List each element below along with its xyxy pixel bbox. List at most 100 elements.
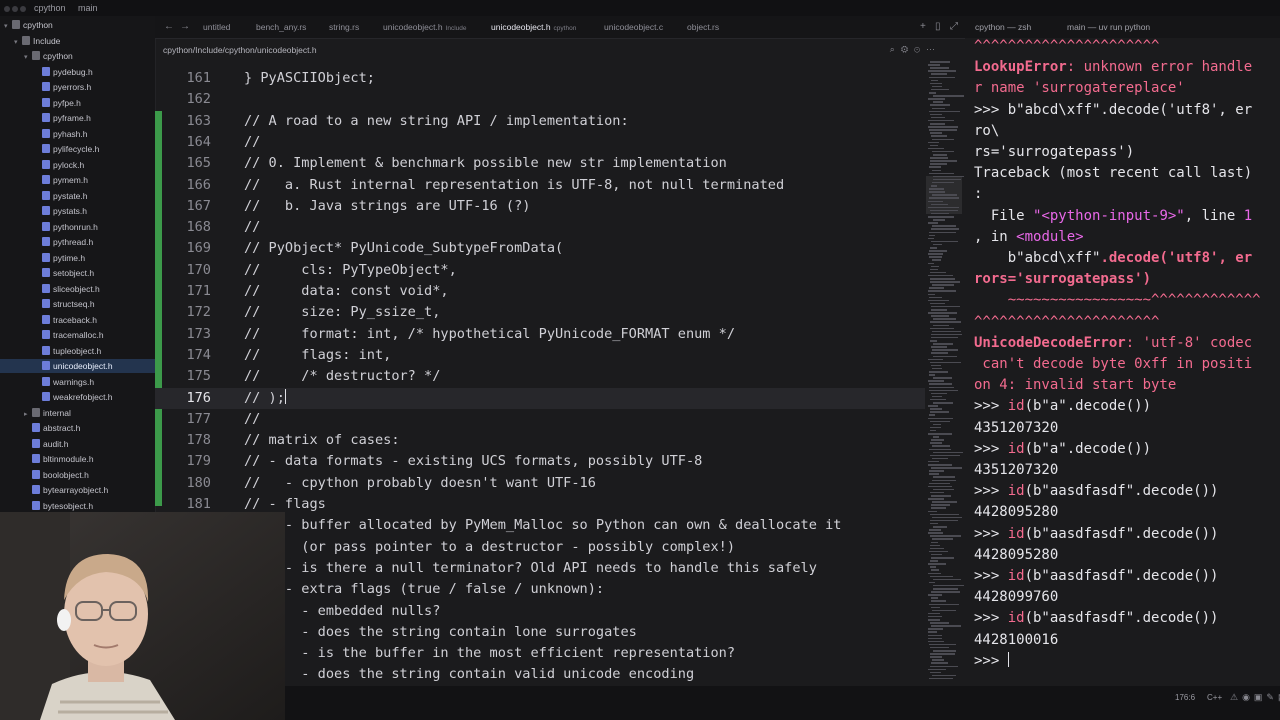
code-line[interactable]: 164 // xyxy=(155,132,925,153)
code-line[interactable]: 162 xyxy=(155,89,925,110)
minimap-line xyxy=(931,557,954,559)
code-line[interactable]: 169 // PyObject* PyUnicode_SubtypeFromDat… xyxy=(155,238,925,259)
code-line[interactable]: 180 // - cpython probably doesn't want UT… xyxy=(155,473,925,494)
minimap-line xyxy=(928,200,943,202)
terminal-tab-zsh[interactable]: cpython — zsh xyxy=(975,22,1031,32)
sidebar-item-pyerrors-h[interactable]: pyerrors.h xyxy=(34,80,91,94)
editor-actions[interactable]: ⌕⚙⊙⋯ xyxy=(890,44,941,55)
back-arrow-icon[interactable]: ← xyxy=(164,16,174,38)
sidebar-item-cpython[interactable]: ▾ cpython xyxy=(24,49,73,63)
sidebar-item-pythread-h[interactable]: pythread.h xyxy=(34,235,93,249)
minimap-line xyxy=(932,538,953,540)
sidebar-item-bltinmodule-h[interactable]: bltinmodule.h xyxy=(24,452,94,466)
code-line[interactable]: 166 // a. Rust internal representation is… xyxy=(155,175,925,196)
sidebar-item-sliceobject-h[interactable]: sliceobject.h xyxy=(34,282,100,296)
minimap-line xyxy=(931,333,962,336)
code-line[interactable]: 177 // xyxy=(155,409,925,430)
sidebar-item-pyframe-h[interactable]: pyframe.h xyxy=(34,111,91,125)
sidebar-item-pystate-h[interactable]: pystate.h xyxy=(34,189,88,203)
minimap-line xyxy=(931,392,947,395)
tab-object-rs[interactable]: object.rs xyxy=(687,16,719,38)
code-line[interactable]: 168 // xyxy=(155,217,925,238)
tab-string-rs[interactable]: string.rs xyxy=(329,16,359,38)
minimap-line xyxy=(928,405,938,407)
code-line[interactable]: 171 // data: const void*, xyxy=(155,281,925,302)
tab-bench-any-rs[interactable]: bench_any.rs xyxy=(256,16,306,38)
tab-untitled[interactable]: untitled xyxy=(203,16,230,38)
terminal-text: (b"aasdfasdf".decode()) xyxy=(1024,525,1219,542)
sidebar-item-include[interactable]: ▾ Include xyxy=(14,34,60,48)
sidebar-item-tracemalloc-h[interactable]: tracemalloc.h xyxy=(34,328,104,342)
sidebar-item-unicodeobject-h[interactable]: unicodeobject.h xyxy=(0,359,155,373)
minimap[interactable] xyxy=(926,61,964,686)
code-line[interactable]: 172 // size: Py_ssize_t, xyxy=(155,302,925,323)
sidebar-item-pyhash-h[interactable]: pyhash.h xyxy=(34,127,88,141)
code-text: // size: Py_ssize_t, xyxy=(244,304,441,321)
sidebar-item-weakrefobject-h[interactable]: weakrefobject.h xyxy=(34,390,113,404)
sidebar-item-pylock-h[interactable]: pylock.h xyxy=(34,158,84,172)
sidebar-item-structseq-h[interactable]: structseq.h xyxy=(34,297,95,311)
new-tab-icon[interactable]: + xyxy=(920,16,926,38)
breadcrumb-path[interactable]: cpython/Include/cpython/unicodeobject.h xyxy=(163,45,317,55)
language-mode[interactable]: C++ xyxy=(1207,693,1222,702)
sidebar-item-internal[interactable]: ▸ internal xyxy=(24,406,71,420)
minimap-line xyxy=(932,674,956,677)
terminal-text: >>> xyxy=(974,610,1008,627)
code-line[interactable]: 173 // format: int, /* hypothetical PyUni… xyxy=(155,324,925,345)
header-file-icon xyxy=(42,376,50,386)
split-icon[interactable]: ▯ xyxy=(935,16,941,38)
sidebar-item-bytesobject-h[interactable]: bytesobject.h xyxy=(24,499,93,513)
tab-unicodeobject-c[interactable]: unicodeobject.c xyxy=(604,16,663,38)
code-line[interactable]: 176 // ); xyxy=(155,387,925,409)
code-line[interactable]: 179 // - data formats - existing UCS form… xyxy=(155,451,925,472)
terminal-tab-python[interactable]: main — uv run python xyxy=(1067,22,1150,32)
code-line[interactable]: 165 // 0. Implement & benchmark possible … xyxy=(155,153,925,174)
minimap-line xyxy=(930,646,949,649)
code-line[interactable]: 161} PyASCIIObject; xyxy=(155,68,925,89)
minimap-line xyxy=(931,309,947,311)
terminal-output[interactable]: ^^^^^^^^^^^^^^^^^^^^^^ LookupError: unkno… xyxy=(965,38,1280,686)
code-text: // /* destructor? */ xyxy=(244,368,441,385)
code-line[interactable]: 175 // /* destructor? */ xyxy=(155,366,925,387)
sidebar-item-setobject-h[interactable]: setobject.h xyxy=(34,266,94,280)
window-controls[interactable] xyxy=(4,4,30,12)
sidebar-item-pyfpe-h[interactable]: pyfpe.h xyxy=(34,96,81,110)
maximize-icon[interactable]: ⤢ xyxy=(950,16,958,38)
sidebar-item-label: pymem.h xyxy=(53,175,88,185)
minimap-line xyxy=(933,650,956,652)
code-line[interactable]: 174 // flags: int, xyxy=(155,345,925,366)
sidebar-item-tupleobject-h[interactable]: tupleobject.h xyxy=(34,344,101,358)
sidebar-item-audit-h[interactable]: audit.h xyxy=(24,437,69,451)
sidebar-item-bytearrayobject-h[interactable]: bytearrayobject.h xyxy=(24,483,108,497)
minimap-line xyxy=(928,464,952,466)
forward-arrow-icon[interactable]: → xyxy=(180,16,190,38)
project-name[interactable]: cpython xyxy=(34,3,66,13)
sidebar-item-pytime-h[interactable]: pytime.h xyxy=(34,251,85,265)
header-file-icon xyxy=(32,454,40,463)
sidebar-item-traceback-h[interactable]: traceback.h xyxy=(34,313,97,327)
presenter-video xyxy=(0,512,285,720)
minimap-line xyxy=(930,547,944,550)
cursor-position[interactable]: 176:6 xyxy=(1175,693,1195,702)
sidebar-item-pystats-h[interactable]: pystats.h xyxy=(34,204,87,218)
branch-name[interactable]: main xyxy=(78,3,98,13)
sidebar-item-abstract-h[interactable]: abstract.h xyxy=(24,421,80,435)
minimap-line xyxy=(929,603,959,605)
code-line[interactable]: 163 // A road to a new string API / imple… xyxy=(155,111,925,132)
code-line[interactable]: 170 // cls: PyTypeObject*, xyxy=(155,260,925,281)
tab-unicodeobject-h[interactable]: unicodeobject.h Include xyxy=(383,16,467,38)
status-icons[interactable]: ⚠◉▣✎▦ xyxy=(1230,692,1280,703)
code-line[interactable]: 167 // b. Java strings are UTF-16 (?) xyxy=(155,196,925,217)
sidebar-item-cpython[interactable]: ▾ cpython xyxy=(4,18,53,32)
sidebar-item-warnings-h[interactable]: warnings.h xyxy=(34,375,94,389)
minimap-line xyxy=(933,488,954,491)
code-line[interactable]: 178 // matrix of cases: xyxy=(155,430,925,451)
sidebar-item-pythonrun-h[interactable]: pythonrun.h xyxy=(34,220,98,234)
sidebar-item-pydebug-h[interactable]: pydebug.h xyxy=(34,65,93,79)
folder-icon xyxy=(32,51,40,60)
sidebar-item-pymem-h[interactable]: pymem.h xyxy=(34,173,88,187)
sidebar-item-pylifecycle-h[interactable]: pylifecycle.h xyxy=(34,142,99,156)
terminal-line: b"abcd\xff".decode('utf8', er xyxy=(974,248,1252,269)
sidebar-item-boolobject-h[interactable]: boolobject.h xyxy=(24,468,89,482)
tab-unicodeobject-h[interactable]: unicodeobject.h cpython xyxy=(491,16,576,38)
